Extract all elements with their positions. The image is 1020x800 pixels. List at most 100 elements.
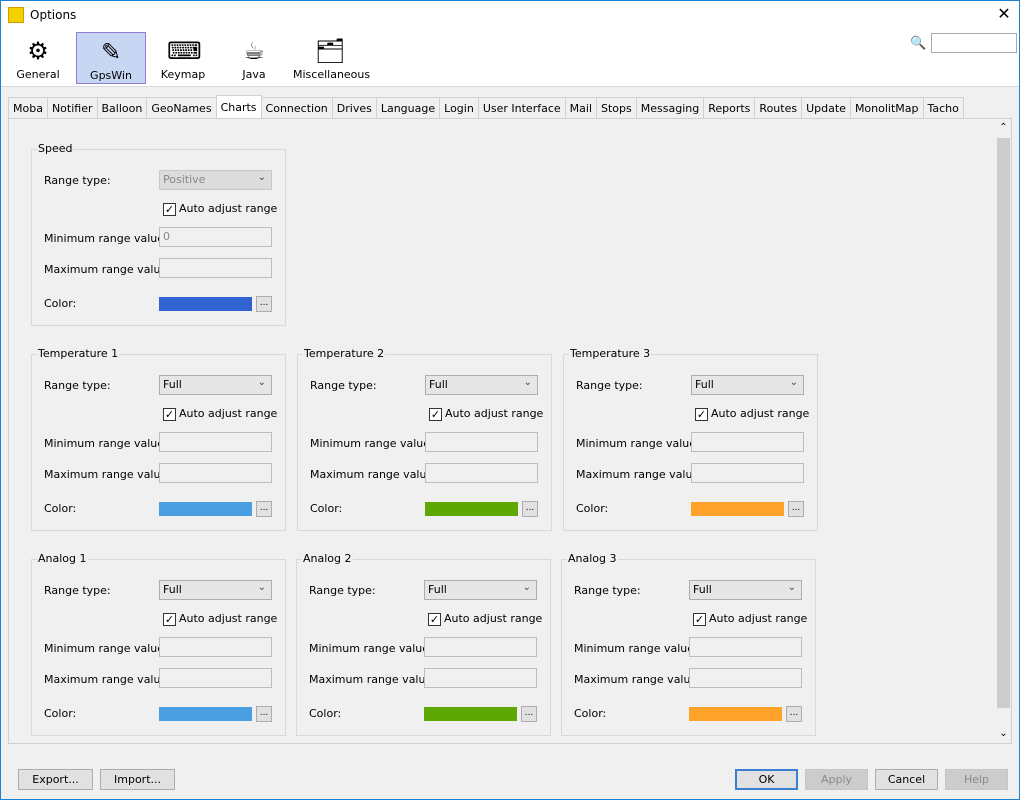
tab-monolitmap[interactable]: MonolitMap	[849, 97, 924, 119]
color-swatch[interactable]	[159, 502, 252, 516]
min-range-input[interactable]: 0	[159, 227, 272, 247]
tab-drives[interactable]: Drives	[331, 97, 377, 119]
color-picker-button[interactable]: ...	[256, 706, 272, 722]
scrollbar-thumb[interactable]	[997, 138, 1010, 708]
toolbar-general[interactable]: ⚙ General	[9, 32, 67, 84]
max-range-input[interactable]	[159, 463, 272, 483]
auto-adjust-checkbox[interactable]: ✓ Auto adjust range	[429, 407, 543, 421]
toolbar-keymap[interactable]: ⌨ Keymap	[149, 32, 217, 84]
tab-language[interactable]: Language	[375, 97, 441, 119]
tab-mail[interactable]: Mail	[564, 97, 597, 119]
min-range-input[interactable]	[691, 432, 804, 452]
checkbox-check-icon[interactable]: ✓	[163, 202, 176, 216]
min-range-label: Minimum range value:	[44, 437, 168, 450]
color-picker-button[interactable]: ...	[522, 501, 538, 517]
range-type-value: Full	[163, 583, 182, 596]
range-type-dropdown[interactable]: Full ⌄	[424, 580, 537, 600]
toolbar-java[interactable]: ☕ Java	[219, 32, 289, 84]
auto-adjust-checkbox[interactable]: ✓ Auto adjust range	[693, 612, 807, 626]
toolbar-label: General	[16, 68, 60, 81]
checkbox-check-icon[interactable]: ✓	[695, 407, 708, 421]
min-range-input[interactable]	[424, 637, 537, 657]
color-swatch[interactable]	[425, 502, 518, 516]
tab-stops[interactable]: Stops	[596, 97, 637, 119]
color-label: Color:	[44, 707, 77, 720]
max-range-input[interactable]	[159, 668, 272, 688]
max-range-input[interactable]	[689, 668, 802, 688]
min-range-input[interactable]	[159, 432, 272, 452]
checkbox-check-icon[interactable]: ✓	[163, 612, 176, 626]
ok-button[interactable]: OK	[735, 769, 798, 790]
tab-bar: Moba Notifier Balloon GeoNames Charts Connect…	[8, 95, 964, 119]
max-range-label: Maximum range value:	[309, 673, 436, 686]
auto-adjust-checkbox[interactable]: ✓ Auto adjust range	[163, 407, 277, 421]
range-type-dropdown[interactable]: Full ⌄	[689, 580, 802, 600]
min-range-input[interactable]	[159, 637, 272, 657]
color-swatch[interactable]	[159, 707, 252, 721]
max-range-input[interactable]	[424, 668, 537, 688]
range-type-dropdown[interactable]: Full ⌄	[425, 375, 538, 395]
range-type-dropdown[interactable]: Positive ⌄	[159, 170, 272, 190]
scroll-down-icon[interactable]: ⌄	[997, 728, 1010, 739]
category-toolbar: ⚙ General ✎ GpsWin ⌨ Keymap ☕ Java 🗂 Miscellaneou…	[1, 31, 1019, 87]
tab-messaging[interactable]: Messaging	[635, 97, 705, 119]
range-type-dropdown[interactable]: Full ⌄	[159, 375, 272, 395]
min-range-input[interactable]	[425, 432, 538, 452]
toolbar-gpswin[interactable]: ✎ GpsWin	[76, 32, 146, 84]
max-range-label: Maximum range value:	[574, 673, 701, 686]
apply-button[interactable]: Apply	[805, 769, 868, 790]
max-range-input[interactable]	[425, 463, 538, 483]
tab-moba[interactable]: Moba	[8, 97, 48, 119]
auto-adjust-label: Auto adjust range	[445, 407, 544, 420]
color-picker-button[interactable]: ...	[786, 706, 802, 722]
color-swatch[interactable]	[689, 707, 782, 721]
min-range-input[interactable]	[689, 637, 802, 657]
tab-connection[interactable]: Connection	[260, 97, 333, 119]
color-picker-button[interactable]: ...	[788, 501, 804, 517]
search-input[interactable]	[931, 33, 1017, 53]
tab-update[interactable]: Update	[801, 97, 851, 119]
close-button[interactable]: ✕	[994, 4, 1014, 23]
tab-geonames[interactable]: GeoNames	[146, 97, 217, 119]
checkbox-check-icon[interactable]: ✓	[429, 407, 442, 421]
range-type-dropdown[interactable]: Full ⌄	[159, 580, 272, 600]
tab-user-interface[interactable]: User Interface	[477, 97, 566, 119]
tab-charts[interactable]: Charts	[215, 95, 262, 118]
toolbar-miscellaneous[interactable]: 🗂 Miscellaneous	[293, 32, 370, 84]
scroll-up-icon[interactable]: ⌃	[997, 122, 1010, 133]
auto-adjust-checkbox[interactable]: ✓ Auto adjust range	[695, 407, 809, 421]
color-label: Color:	[574, 707, 607, 720]
tab-login[interactable]: Login	[439, 97, 479, 119]
range-type-value: Full	[428, 583, 447, 596]
color-picker-button[interactable]: ...	[521, 706, 537, 722]
export-button[interactable]: Export...	[18, 769, 93, 790]
color-swatch[interactable]	[159, 297, 252, 311]
group-title: Temperature 1	[37, 347, 120, 360]
range-type-dropdown[interactable]: Full ⌄	[691, 375, 804, 395]
tab-reports[interactable]: Reports	[703, 97, 756, 119]
color-swatch[interactable]	[424, 707, 517, 721]
group-analog-3: Analog 3 Range type: Full ⌄ ✓ Auto adjust ran…	[561, 552, 816, 736]
title-bar	[1, 1, 1019, 31]
color-picker-button[interactable]: ...	[256, 501, 272, 517]
tab-routes[interactable]: Routes	[754, 97, 803, 119]
tab-tacho[interactable]: Tacho	[922, 97, 964, 119]
max-range-input[interactable]	[691, 463, 804, 483]
auto-adjust-checkbox[interactable]: ✓ Auto adjust range	[428, 612, 542, 626]
auto-adjust-checkbox[interactable]: ✓ Auto adjust range	[163, 612, 277, 626]
tab-balloon[interactable]: Balloon	[96, 97, 148, 119]
color-picker-button[interactable]: ...	[256, 296, 272, 312]
checkbox-check-icon[interactable]: ✓	[163, 407, 176, 421]
checkbox-check-icon[interactable]: ✓	[428, 612, 441, 626]
group-analog-2: Analog 2 Range type: Full ⌄ ✓ Auto adjust ran…	[296, 552, 551, 736]
auto-adjust-checkbox[interactable]: ✓ Auto adjust range	[163, 202, 277, 216]
import-button[interactable]: Import...	[100, 769, 175, 790]
color-label: Color:	[310, 502, 343, 515]
cancel-button[interactable]: Cancel	[875, 769, 938, 790]
help-button[interactable]: Help	[945, 769, 1008, 790]
max-range-input[interactable]	[159, 258, 272, 278]
tab-notifier[interactable]: Notifier	[46, 97, 98, 119]
checkbox-check-icon[interactable]: ✓	[693, 612, 706, 626]
color-swatch[interactable]	[691, 502, 784, 516]
group-title: Analog 1	[37, 552, 88, 565]
